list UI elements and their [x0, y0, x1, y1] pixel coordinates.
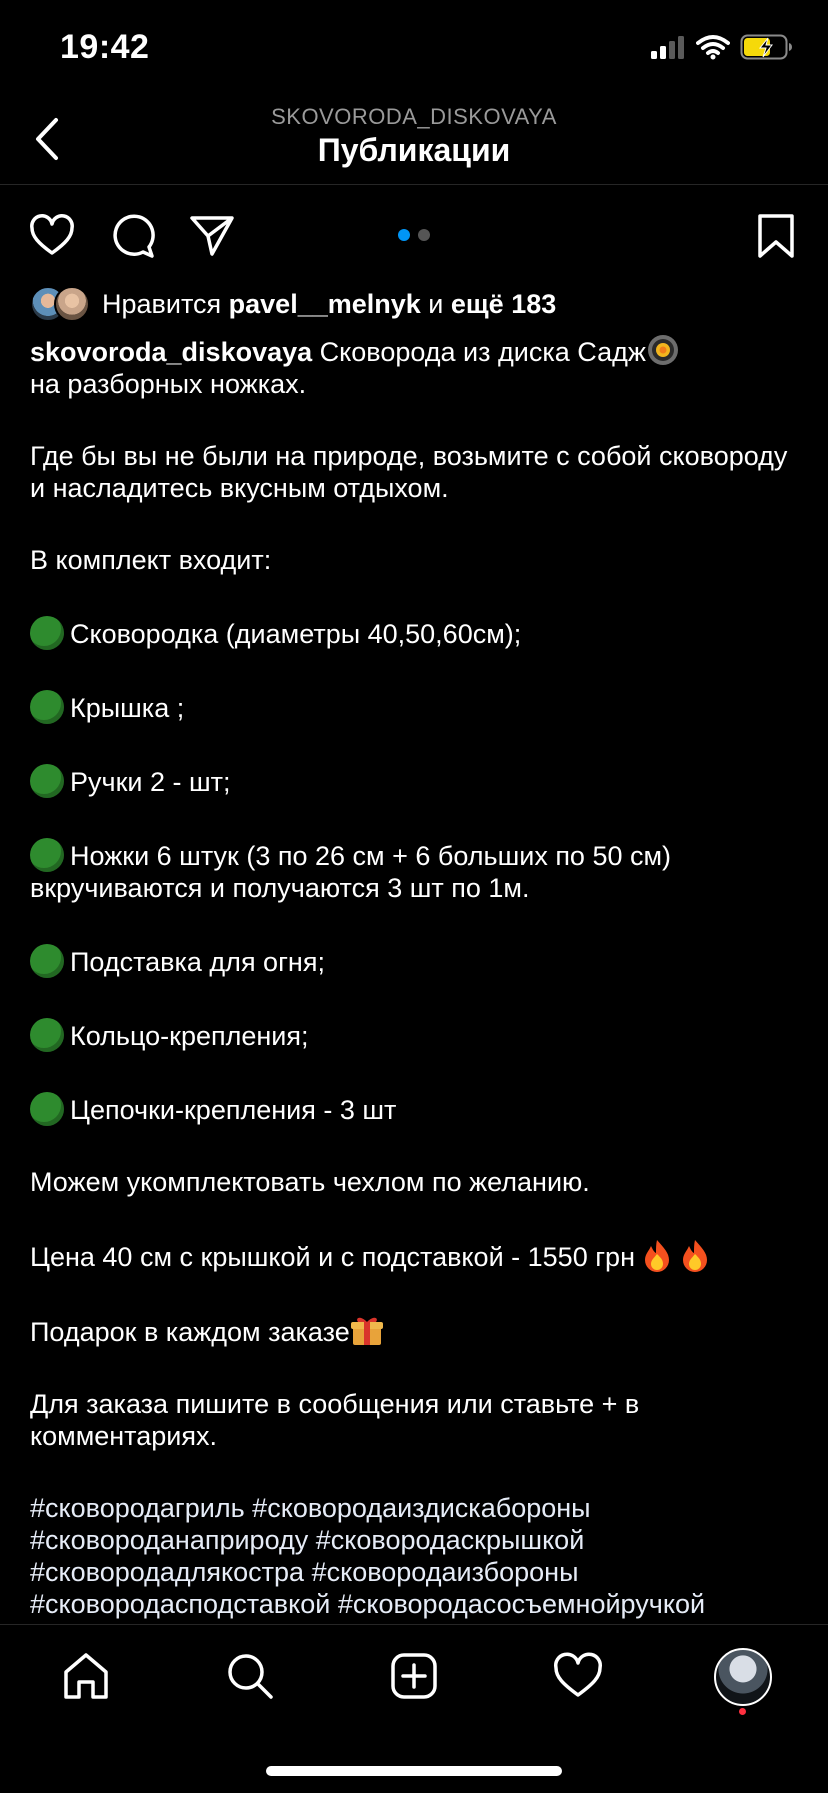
notification-dot — [739, 1708, 746, 1715]
signal-icon — [651, 36, 684, 59]
green-circle-icon — [30, 764, 64, 798]
green-circle-icon — [30, 838, 64, 872]
header-username: SKOVORODA_DISKOVAYA — [271, 104, 557, 129]
status-time: 19:42 — [60, 28, 150, 66]
kit-item: Ручки 2 - шт; — [70, 767, 231, 797]
likes-text: Нравится pavel__melnyk и ещё 183 — [102, 288, 557, 319]
green-circle-icon — [30, 944, 64, 978]
add-icon[interactable] — [388, 1650, 440, 1702]
kit-item: Цепочки-крепления - 3 шт — [70, 1095, 397, 1125]
kit-item: Ножки 6 штук (3 по 26 см + 6 больших по … — [30, 841, 672, 903]
kit-item: Подставка для огня; — [70, 947, 325, 977]
caption-paragraph: Где бы вы не были на природе, возьмите с… — [30, 441, 788, 503]
liker-username[interactable]: pavel__melnyk — [229, 289, 421, 319]
share-icon[interactable] — [188, 212, 236, 260]
kit-item: Сковородка (диаметры 40,50,60см); — [70, 619, 522, 649]
status-icons — [650, 34, 794, 60]
caption-paragraph: Можем укомплектовать чехлом по желанию. — [30, 1167, 590, 1197]
carousel-dot — [418, 229, 430, 241]
page-title: Публикации — [317, 132, 511, 168]
gift-emoji-icon — [350, 1317, 383, 1345]
carousel-indicator — [398, 229, 430, 241]
kit-item: Кольцо-крепления; — [70, 1021, 309, 1051]
fire-emoji-icon — [683, 1240, 707, 1272]
activity-icon[interactable] — [552, 1650, 604, 1702]
green-circle-icon — [30, 690, 64, 724]
gift-text: Подарок в каждом заказе — [30, 1317, 350, 1347]
carousel-dot-active — [398, 229, 410, 241]
caption-paragraph: Для заказа пишите в сообщения или ставьт… — [30, 1389, 640, 1451]
caption-username[interactable]: skovoroda_diskovaya — [30, 337, 312, 367]
caption-paragraph: В комплект входит: — [30, 545, 272, 575]
likes-row[interactable]: Нравится pavel__melnyk и ещё 183 — [30, 286, 556, 322]
battery-icon — [740, 34, 792, 60]
fire-emoji-icon — [645, 1240, 670, 1272]
kit-item: Крышка ; — [70, 693, 185, 723]
pan-emoji-icon — [647, 335, 678, 365]
bookmark-icon[interactable] — [752, 212, 800, 260]
price-text: Цена 40 см с крышкой и с подставкой - 15… — [30, 1242, 643, 1272]
likes-count[interactable]: ещё 183 — [451, 289, 556, 319]
heart-icon[interactable] — [28, 212, 76, 260]
comment-icon[interactable] — [108, 212, 156, 260]
liker-avatar — [54, 286, 90, 322]
green-circle-icon — [30, 616, 64, 650]
search-icon[interactable] — [224, 1650, 276, 1702]
post-caption: skovoroda_diskovaya Сковорода из диска С… — [30, 333, 800, 1652]
green-circle-icon — [30, 1092, 64, 1126]
caption-intro-line2: на разборных ножках. — [30, 369, 307, 399]
home-icon[interactable] — [60, 1650, 112, 1702]
green-circle-icon — [30, 1018, 64, 1052]
wifi-icon — [696, 35, 730, 60]
home-indicator — [266, 1766, 562, 1776]
header-divider — [0, 184, 828, 185]
caption-intro: Сковорода из диска Садж — [312, 337, 646, 367]
profile-avatar[interactable] — [714, 1648, 772, 1706]
